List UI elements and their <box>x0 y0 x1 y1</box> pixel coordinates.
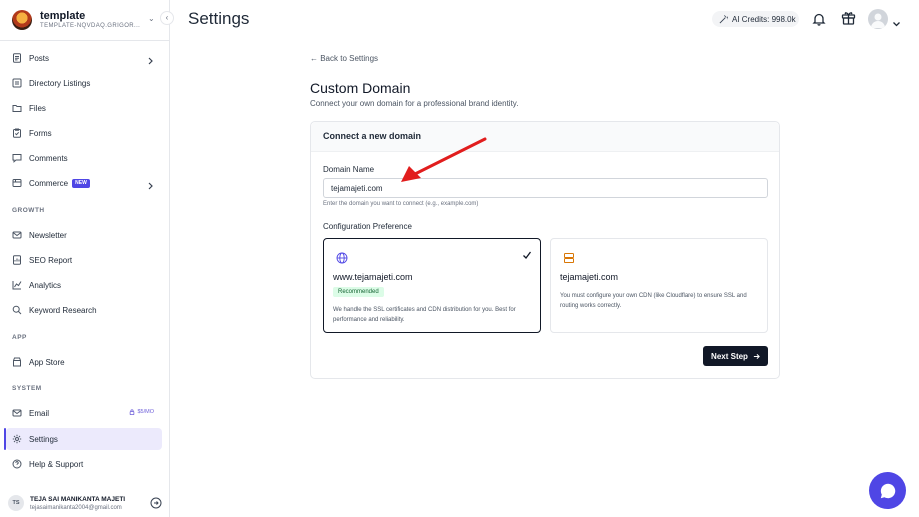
sidebar-item-label: Files <box>29 103 46 113</box>
price-badge-label: $5/MO <box>137 409 154 415</box>
workspace-name: template <box>40 9 86 22</box>
workspace-subdomain: TEMPLATE-NQVDAQ.GRIGOR... <box>40 22 140 29</box>
user-email: tejasaimanikanta2004@gmail.com <box>30 504 122 511</box>
sidebar-item-label: Keyword Research <box>29 305 97 315</box>
workspace-logo <box>12 10 32 30</box>
bell-icon[interactable] <box>812 12 826 26</box>
workspace-switcher[interactable]: template TEMPLATE-NQVDAQ.GRIGOR... ⌄ <box>12 8 162 32</box>
sidebar-item-directory-listings[interactable]: Directory Listings <box>6 72 162 94</box>
option-description: We handle the SSL certificates and CDN d… <box>333 307 516 323</box>
magic-wand-icon <box>719 14 728 23</box>
chevron-down-icon: ⌄ <box>148 14 155 23</box>
sidebar-item-analytics[interactable]: Analytics <box>6 274 162 296</box>
section-subtitle: Connect your own domain for a profession… <box>310 99 519 108</box>
next-step-button[interactable]: Next Step <box>703 346 768 366</box>
sidebar-item-commerce[interactable]: Commerce NEW <box>6 172 162 194</box>
option-www-domain[interactable]: www.tejamajeti.com Recommended We handle… <box>323 238 541 333</box>
sidebar-item-newsletter[interactable]: Newsletter <box>6 224 162 246</box>
sidebar-item-label: Posts <box>29 53 50 63</box>
sidebar-item-label: Email <box>29 408 50 418</box>
new-badge: NEW <box>72 178 90 188</box>
gift-icon[interactable] <box>841 10 856 25</box>
back-to-settings-link[interactable]: ← Back to Settings <box>310 54 378 63</box>
domain-helper-text: Enter the domain you want to connect (e.… <box>323 201 479 207</box>
sidebar-item-help-support[interactable]: Help & Support <box>6 453 162 475</box>
sidebar-item-forms[interactable]: Forms <box>6 122 162 144</box>
section-label-growth: GROWTH <box>12 207 45 214</box>
mail-icon <box>12 230 22 240</box>
sidebar-item-label: Analytics <box>29 280 62 290</box>
page-title: Settings <box>188 9 250 28</box>
option-description: You must configure your own CDN (like Cl… <box>560 293 747 309</box>
globe-icon <box>336 251 348 264</box>
arrow-right-icon <box>753 353 760 359</box>
sidebar-item-comments[interactable]: Comments <box>6 147 162 169</box>
price-badge: $5/MO <box>129 409 154 415</box>
check-icon <box>522 247 532 259</box>
sidebar-item-app-store[interactable]: App Store <box>6 351 162 373</box>
option-root-domain[interactable]: tejamajeti.com You must configure your o… <box>550 238 768 333</box>
ai-credits-badge[interactable]: AI Credits: 998.0k <box>712 11 799 27</box>
chevron-right-icon <box>146 53 154 65</box>
option-title: tejamajeti.com <box>560 272 619 282</box>
option-title: www.tejamajeti.com <box>333 272 413 282</box>
document-icon <box>12 53 22 63</box>
sidebar-divider <box>0 40 170 41</box>
section-label-app: APP <box>12 334 27 341</box>
comment-icon <box>12 153 22 163</box>
gear-icon <box>12 434 22 444</box>
listings-icon <box>12 78 22 88</box>
mail-icon <box>12 408 22 418</box>
connect-domain-card: Connect a new domain Domain Name Enter t… <box>310 121 780 379</box>
chart-line-icon <box>12 280 22 290</box>
configuration-preference-label: Configuration Preference <box>323 222 412 231</box>
collapse-sidebar-button[interactable]: ‹ <box>160 11 174 25</box>
annotation-arrow <box>401 137 487 182</box>
sidebar-item-label: App Store <box>29 357 65 367</box>
chevron-right-icon <box>146 178 154 190</box>
commerce-icon <box>12 178 22 188</box>
sidebar-item-keyword-research[interactable]: Keyword Research <box>6 299 162 321</box>
sidebar-item-label: SEO Report <box>29 255 73 265</box>
clipboard-icon <box>12 128 22 138</box>
avatar[interactable] <box>868 9 888 29</box>
sidebar-item-posts[interactable]: Posts <box>6 47 162 69</box>
avatar: TS <box>8 495 24 511</box>
sidebar-item-files[interactable]: Files <box>6 97 162 119</box>
chevron-down-icon[interactable] <box>892 15 901 27</box>
help-icon <box>12 459 22 469</box>
domain-name-label: Domain Name <box>323 165 375 174</box>
section-label-system: SYSTEM <box>12 385 42 392</box>
lock-icon <box>130 409 135 415</box>
logout-icon[interactable] <box>150 496 162 509</box>
store-icon <box>12 357 22 367</box>
sidebar-item-label: Settings <box>29 434 58 444</box>
chat-icon <box>880 483 895 498</box>
user-profile[interactable]: TS TEJA SAI MANIKANTA MAJETI tejasaimani… <box>8 492 162 514</box>
sidebar-item-label: Newsletter <box>29 230 67 240</box>
sidebar-item-email[interactable]: Email $5/MO <box>6 402 162 424</box>
user-name: TEJA SAI MANIKANTA MAJETI <box>30 495 126 503</box>
search-icon <box>12 305 22 315</box>
next-step-label: Next Step <box>711 351 748 361</box>
card-header: Connect a new domain <box>311 122 779 152</box>
sidebar-item-settings[interactable]: Settings <box>6 428 162 450</box>
recommended-badge: Recommended <box>333 287 384 297</box>
folder-icon <box>12 103 22 113</box>
sidebar-item-label: Forms <box>29 128 52 138</box>
ai-credits-label: AI Credits: 998.0k <box>732 14 796 24</box>
sidebar-item-seo-report[interactable]: SEO Report <box>6 249 162 271</box>
sidebar-item-label: Comments <box>29 153 68 163</box>
chat-widget-button[interactable] <box>869 472 906 509</box>
sidebar: template TEMPLATE-NQVDAQ.GRIGOR... ⌄ Pos… <box>0 0 170 517</box>
sidebar-item-label: Directory Listings <box>29 78 91 88</box>
section-title: Custom Domain <box>310 80 411 96</box>
sidebar-item-label: Help & Support <box>29 459 84 469</box>
server-icon <box>563 251 575 263</box>
sidebar-item-label: Commerce <box>29 178 69 188</box>
domain-name-input[interactable] <box>323 178 768 198</box>
report-icon <box>12 255 22 265</box>
